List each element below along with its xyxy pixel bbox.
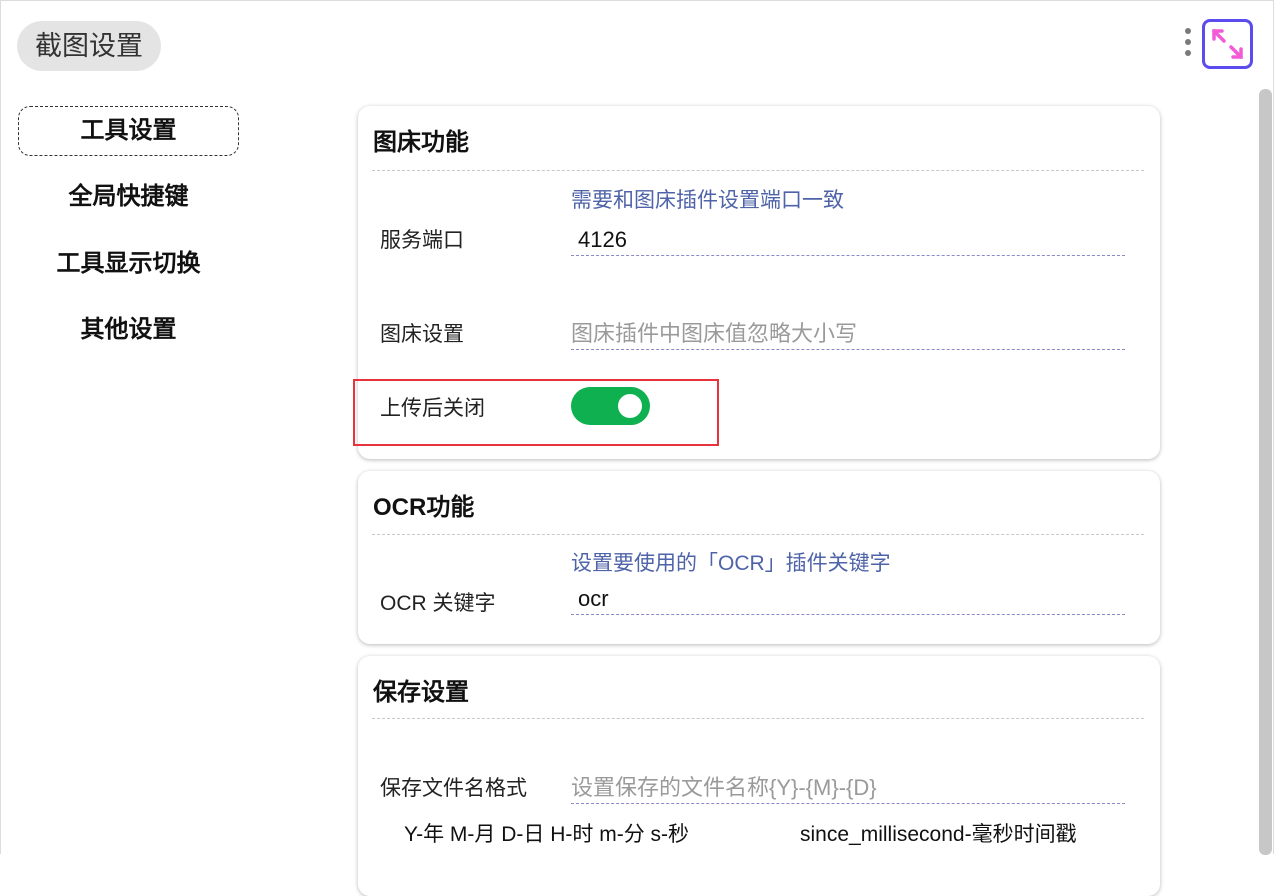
filename-format-input[interactable]	[571, 774, 1125, 802]
ocr-keyword-label: OCR 关键字	[380, 592, 496, 615]
highlight-box	[353, 379, 719, 446]
format-help-left: Y-年 M-月 D-日 H-时 m-分 s-秒	[404, 823, 690, 846]
more-vertical-icon[interactable]	[1184, 28, 1192, 64]
sidebar-item-global-shortcuts[interactable]: 全局快捷键	[18, 173, 239, 223]
page-title: 截图设置	[17, 21, 161, 71]
service-port-hint: 需要和图床插件设置端口一致	[571, 189, 844, 212]
image-bed-setting-field	[571, 320, 1125, 350]
ocr-keyword-hint: 设置要使用的「OCR」插件关键字	[571, 552, 891, 575]
image-bed-title: 图床功能	[373, 129, 469, 156]
expand-arrows-icon	[1212, 29, 1243, 59]
save-card: 保存设置 保存文件名格式 Y-年 M-月 D-日 H-时 m-分 s-秒 sin…	[358, 656, 1160, 896]
divider	[372, 170, 1144, 171]
filename-format-field	[571, 774, 1125, 804]
sidebar-item-tool-display-toggle[interactable]: 工具显示切换	[18, 240, 239, 290]
ocr-card: OCR功能 设置要使用的「OCR」插件关键字 OCR 关键字	[358, 471, 1160, 644]
format-help-right: since_millisecond-毫秒时间戳	[800, 823, 1077, 846]
service-port-label: 服务端口	[380, 229, 464, 252]
ocr-keyword-input[interactable]	[571, 585, 1125, 613]
image-bed-setting-label: 图床设置	[380, 323, 464, 346]
save-title: 保存设置	[373, 679, 469, 706]
service-port-field	[571, 226, 1125, 256]
filename-format-label: 保存文件名格式	[380, 777, 527, 800]
ocr-keyword-field	[571, 585, 1125, 615]
service-port-input[interactable]	[571, 226, 1125, 254]
sidebar-item-other-settings[interactable]: 其他设置	[18, 306, 239, 356]
expand-button[interactable]	[1202, 19, 1253, 69]
scrollbar-thumb[interactable]	[1259, 89, 1272, 855]
divider	[372, 718, 1144, 719]
ocr-title: OCR功能	[373, 494, 475, 521]
image-bed-setting-input[interactable]	[571, 320, 1125, 348]
divider	[372, 534, 1144, 535]
sidebar-item-tool-settings[interactable]: 工具设置	[18, 106, 239, 156]
